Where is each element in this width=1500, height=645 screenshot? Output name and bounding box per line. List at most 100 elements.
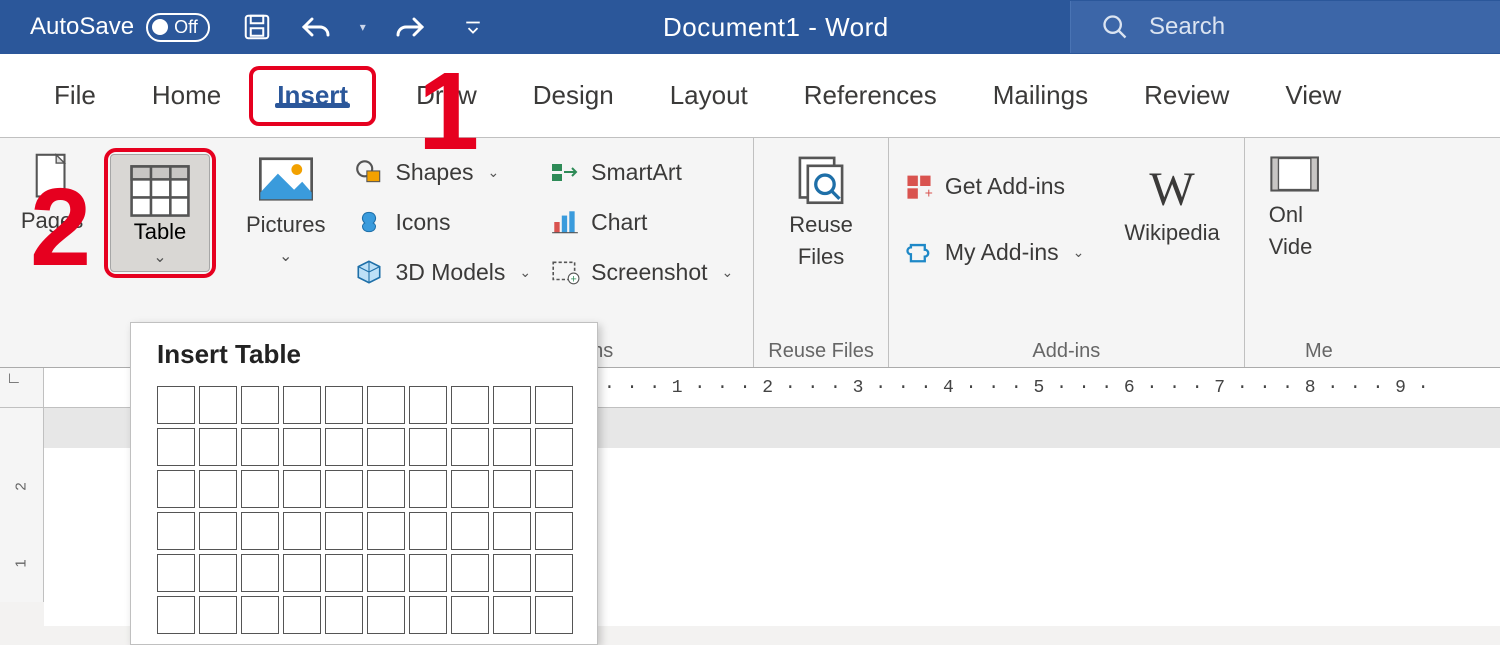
table-grid-cell[interactable] <box>493 428 531 466</box>
table-grid-cell[interactable] <box>409 428 447 466</box>
table-grid-cell[interactable] <box>283 512 321 550</box>
my-addins-button[interactable]: My Add-ins⌄ <box>903 232 1085 272</box>
vertical-ruler[interactable]: 2 1 <box>0 408 44 602</box>
table-grid-cell[interactable] <box>409 512 447 550</box>
table-grid-cell[interactable] <box>241 554 279 592</box>
table-grid-cell[interactable] <box>157 470 195 508</box>
table-grid-cell[interactable] <box>241 512 279 550</box>
table-grid-cell[interactable] <box>535 554 573 592</box>
tab-layout[interactable]: Layout <box>642 54 776 137</box>
table-grid-cell[interactable] <box>157 512 195 550</box>
search-box[interactable]: Search <box>1070 1 1500 53</box>
table-grid-cell[interactable] <box>535 596 573 634</box>
table-grid-cell[interactable] <box>451 386 489 424</box>
table-grid-cell[interactable] <box>409 554 447 592</box>
autosave-toggle[interactable]: Off <box>146 13 210 42</box>
tab-design[interactable]: Design <box>505 54 642 137</box>
table-grid-cell[interactable] <box>367 596 405 634</box>
table-grid-cell[interactable] <box>283 554 321 592</box>
tab-file[interactable]: File <box>26 54 124 137</box>
table-grid-cell[interactable] <box>451 596 489 634</box>
table-grid-cell[interactable] <box>241 386 279 424</box>
table-grid-cell[interactable] <box>409 470 447 508</box>
table-grid-cell[interactable] <box>367 386 405 424</box>
online-video-button[interactable]: Onl Vide <box>1259 146 1333 266</box>
table-grid-cell[interactable] <box>325 470 363 508</box>
shapes-icon <box>353 156 385 188</box>
table-grid-cell[interactable] <box>199 470 237 508</box>
reuse-files-button[interactable]: Reuse Files <box>779 146 863 276</box>
table-grid-cell[interactable] <box>451 512 489 550</box>
table-button[interactable]: Table ⌄ <box>110 154 210 272</box>
table-grid-cell[interactable] <box>367 428 405 466</box>
table-grid-cell[interactable] <box>367 512 405 550</box>
table-grid-cell[interactable] <box>493 386 531 424</box>
table-grid-cell[interactable] <box>535 470 573 508</box>
chart-button[interactable]: Chart <box>549 202 733 242</box>
autosave-state: Off <box>174 17 198 38</box>
redo-icon[interactable] <box>394 12 426 42</box>
tab-mailings[interactable]: Mailings <box>965 54 1116 137</box>
table-grid-cell[interactable] <box>241 596 279 634</box>
table-grid-cell[interactable] <box>325 512 363 550</box>
group-media-cut: Onl Vide Me <box>1245 138 1347 367</box>
table-grid-cell[interactable] <box>199 512 237 550</box>
undo-more-icon[interactable]: ▾ <box>360 20 366 34</box>
table-grid-cell[interactable] <box>451 554 489 592</box>
wikipedia-icon: W <box>1149 166 1194 214</box>
table-grid-cell[interactable] <box>451 470 489 508</box>
table-grid-cell[interactable] <box>493 554 531 592</box>
table-grid-cell[interactable] <box>493 512 531 550</box>
smartart-button[interactable]: SmartArt <box>549 152 733 192</box>
table-grid-cell[interactable] <box>199 554 237 592</box>
undo-icon[interactable] <box>300 12 332 42</box>
table-grid-cell[interactable] <box>283 386 321 424</box>
get-addins-button[interactable]: + Get Add-ins <box>903 166 1085 206</box>
table-grid-cell[interactable] <box>241 428 279 466</box>
table-grid-cell[interactable] <box>157 428 195 466</box>
table-grid-cell[interactable] <box>325 428 363 466</box>
tab-insert[interactable]: Insert <box>249 66 376 126</box>
table-grid-cell[interactable] <box>283 470 321 508</box>
table-grid-cell[interactable] <box>535 512 573 550</box>
group-reuse-files: Reuse Files Reuse Files <box>754 138 889 367</box>
save-icon[interactable] <box>242 12 272 42</box>
wikipedia-button[interactable]: W Wikipedia <box>1114 160 1229 252</box>
icons-button[interactable]: Icons <box>353 202 531 242</box>
tab-references[interactable]: References <box>776 54 965 137</box>
table-button-highlight: Table ⌄ <box>104 148 216 278</box>
table-grid-cell[interactable] <box>367 470 405 508</box>
table-grid-cell[interactable] <box>493 596 531 634</box>
tab-view[interactable]: View <box>1257 54 1369 137</box>
table-grid-cell[interactable] <box>283 428 321 466</box>
table-grid-cell[interactable] <box>493 470 531 508</box>
table-grid-cell[interactable] <box>283 596 321 634</box>
table-grid-cell[interactable] <box>157 386 195 424</box>
3d-models-button[interactable]: 3D Models⌄ <box>353 252 531 292</box>
table-grid-cell[interactable] <box>199 428 237 466</box>
table-grid-cell[interactable] <box>409 596 447 634</box>
table-grid-cell[interactable] <box>241 470 279 508</box>
autosave-control[interactable]: AutoSave Off <box>30 13 210 42</box>
table-grid-cell[interactable] <box>325 554 363 592</box>
table-icon <box>129 163 191 219</box>
tab-home[interactable]: Home <box>124 54 249 137</box>
table-grid-cell[interactable] <box>409 386 447 424</box>
table-grid-cell[interactable] <box>535 386 573 424</box>
tab-review[interactable]: Review <box>1116 54 1257 137</box>
reuse-files-group-label: Reuse Files <box>768 336 874 363</box>
table-grid-cell[interactable] <box>199 386 237 424</box>
table-grid-cell[interactable] <box>199 596 237 634</box>
table-grid-cell[interactable] <box>157 554 195 592</box>
media-group-label-cut: Me <box>1305 336 1333 363</box>
table-grid-cell[interactable] <box>157 596 195 634</box>
table-grid-cell[interactable] <box>451 428 489 466</box>
pictures-button[interactable]: Pictures ⌄ <box>236 146 335 272</box>
table-grid-cell[interactable] <box>367 554 405 592</box>
table-size-grid[interactable] <box>157 386 577 634</box>
screenshot-button[interactable]: + Screenshot⌄ <box>549 252 733 292</box>
table-grid-cell[interactable] <box>325 596 363 634</box>
customize-qat-icon[interactable] <box>464 18 482 36</box>
table-grid-cell[interactable] <box>535 428 573 466</box>
table-grid-cell[interactable] <box>325 386 363 424</box>
